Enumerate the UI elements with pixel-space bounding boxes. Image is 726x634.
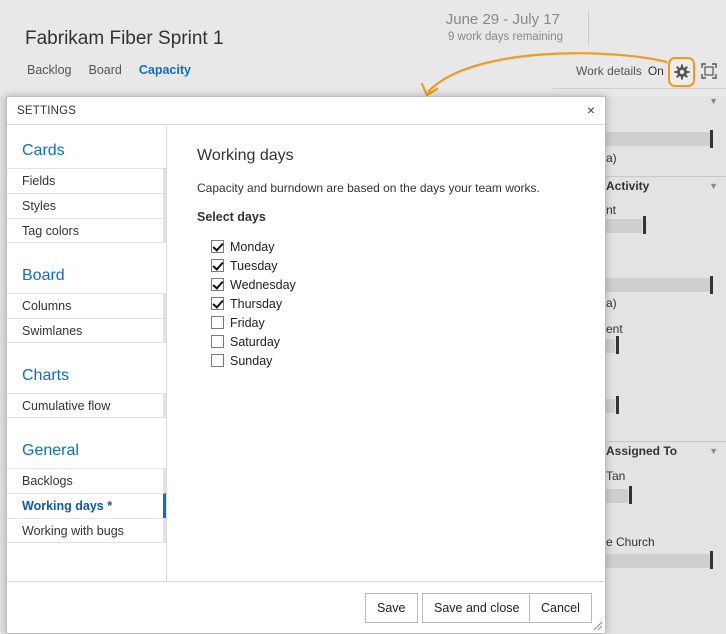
day-checkbox[interactable] <box>211 335 224 348</box>
panel-text: a) <box>606 296 617 310</box>
header-divider <box>588 10 589 46</box>
panel-text: ent <box>606 322 623 336</box>
work-days-remaining: 9 work days remaining <box>447 31 563 43</box>
resize-grip-icon[interactable] <box>593 621 603 631</box>
day-checkbox[interactable] <box>211 297 224 310</box>
nav-group-cards: Cards <box>22 142 65 159</box>
tab-backlog[interactable]: Backlog <box>27 63 71 77</box>
day-option[interactable]: Monday <box>197 237 587 256</box>
cancel-button[interactable]: Cancel <box>529 593 592 623</box>
working-days-panel: Working days Capacity and burndown are b… <box>197 147 587 370</box>
capacity-marker <box>710 130 713 148</box>
day-checkbox[interactable] <box>211 278 224 291</box>
day-label: Tuesday <box>230 258 278 273</box>
day-option[interactable]: Saturday <box>197 332 587 351</box>
day-checkbox[interactable] <box>211 316 224 329</box>
activity-marker <box>616 396 619 414</box>
sprint-title: Fabrikam Fiber Sprint 1 <box>25 28 224 49</box>
page-title: Working days <box>197 147 294 164</box>
panel-divider <box>606 176 726 177</box>
assigned-marker <box>629 486 632 504</box>
nav-group-charts: Charts <box>22 367 70 384</box>
select-days-label: Select days <box>197 210 266 224</box>
activity-bar <box>606 278 710 292</box>
callout-arrow-icon <box>420 52 668 97</box>
chevron-down-icon[interactable]: ▼ <box>709 181 718 191</box>
day-option[interactable]: Friday <box>197 313 587 332</box>
day-label: Sunday <box>230 353 273 368</box>
save-and-close-button[interactable]: Save and close <box>422 593 532 623</box>
dialog-titlebar: SETTINGS × <box>7 97 605 125</box>
nav-group-board: Board <box>22 267 65 284</box>
capacity-bar <box>606 132 710 146</box>
capacity-side-panel: ▼ a) Activity ▼ nt a) ent Assigned To ▼ … <box>606 96 726 634</box>
day-label: Saturday <box>230 334 281 349</box>
nav-item-backlogs[interactable]: Backlogs <box>7 468 166 493</box>
settings-gear-button[interactable] <box>668 57 695 87</box>
nav-item-fields[interactable]: Fields <box>7 168 166 193</box>
activity-header: Activity <box>606 179 650 193</box>
activity-marker <box>616 336 619 354</box>
activity-bar <box>606 339 615 353</box>
activity-bar <box>606 219 642 233</box>
nav-item-styles[interactable]: Styles <box>7 193 166 218</box>
assigned-to-header: Assigned To <box>606 444 678 458</box>
panel-text: a) <box>606 151 617 165</box>
nav-item-working-with-bugs[interactable]: Working with bugs <box>7 518 166 543</box>
save-button[interactable]: Save <box>365 593 418 623</box>
nav-group-general: General <box>22 442 79 459</box>
day-option[interactable]: Thursday <box>197 294 587 313</box>
assigned-bar <box>606 554 710 568</box>
dialog-footer: Save Save and close Cancel <box>7 581 605 633</box>
day-checkbox[interactable] <box>211 259 224 272</box>
chevron-down-icon[interactable]: ▼ <box>709 96 718 106</box>
chevron-down-icon[interactable]: ▼ <box>709 446 718 456</box>
gear-icon <box>674 64 689 80</box>
fullscreen-icon[interactable] <box>701 63 717 79</box>
panel-text: Tan <box>606 469 626 483</box>
days-list: Monday Tuesday Wednesday Thursday Friday Satu… <box>197 237 587 370</box>
day-checkbox[interactable] <box>211 354 224 367</box>
assigned-bar <box>606 489 628 503</box>
dialog-title: SETTINGS <box>17 105 77 117</box>
day-option[interactable]: Tuesday <box>197 256 587 275</box>
panel-divider <box>606 441 726 442</box>
day-label: Thursday <box>230 296 283 311</box>
day-label: Friday <box>230 315 265 330</box>
activity-marker <box>643 216 646 234</box>
nav-item-swimlanes[interactable]: Swimlanes <box>7 318 166 343</box>
activity-marker <box>710 276 713 294</box>
settings-nav: Cards Fields Styles Tag colors Board Col… <box>7 126 167 581</box>
day-checkbox[interactable] <box>211 240 224 253</box>
tab-board[interactable]: Board <box>88 63 121 77</box>
nav-item-cumulative-flow[interactable]: Cumulative flow <box>7 393 166 418</box>
nav-item-columns[interactable]: Columns <box>7 293 166 318</box>
nav-item-working-days[interactable]: Working days * <box>7 493 166 518</box>
panel-text: e Church <box>606 535 655 549</box>
activity-bar <box>606 399 615 413</box>
tab-capacity[interactable]: Capacity <box>139 63 191 77</box>
close-icon[interactable]: × <box>587 102 595 118</box>
sprint-tabs: Backlog Board Capacity <box>27 63 208 77</box>
working-days-description: Capacity and burndown are based on the d… <box>197 181 540 195</box>
assigned-marker <box>710 551 713 569</box>
day-option[interactable]: Wednesday <box>197 275 587 294</box>
sprint-dates: June 29 - July 17 <box>445 11 560 28</box>
nav-item-tag-colors[interactable]: Tag colors <box>7 218 166 243</box>
panel-text: nt <box>606 203 617 217</box>
settings-dialog: SETTINGS × Cards Fields Styles Tag color… <box>6 96 606 634</box>
day-label: Wednesday <box>230 277 296 292</box>
day-option[interactable]: Sunday <box>197 351 587 370</box>
day-label: Monday <box>230 239 275 254</box>
